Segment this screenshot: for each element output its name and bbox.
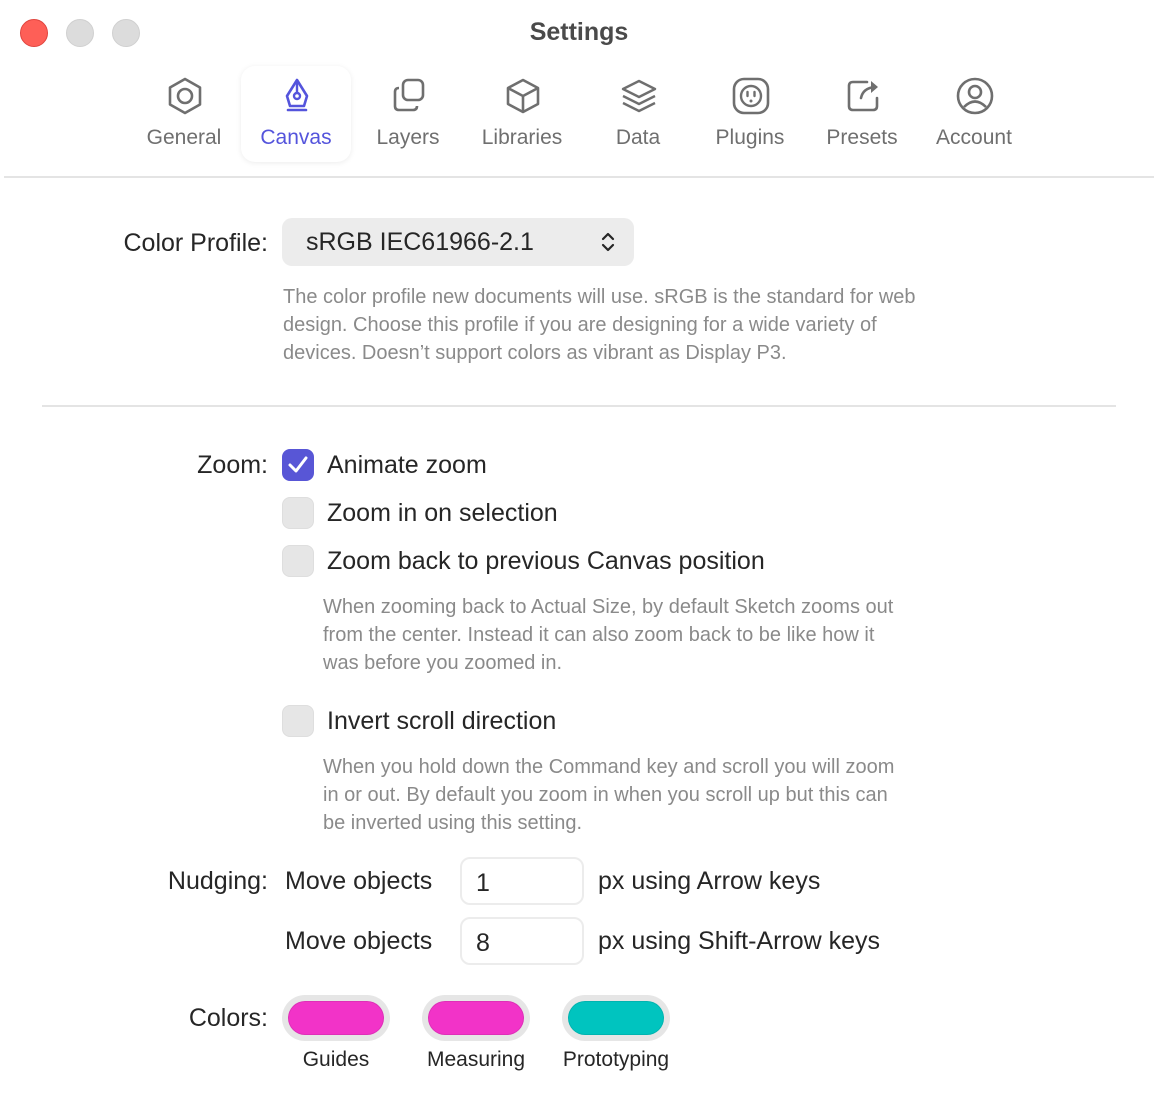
tab-general[interactable]: General [129,66,239,162]
section-divider [42,405,1116,407]
animate-zoom-checkbox[interactable] [282,449,314,481]
tab-label: Canvas [260,126,332,149]
tab-label: Libraries [481,126,563,149]
tab-label: Plugins [715,126,785,149]
tab-libraries[interactable]: Libraries [467,66,577,162]
plug-icon [732,77,770,115]
prototyping-color-label: Prototyping [562,1048,670,1071]
color-profile-description: The color profile new documents will use… [283,286,916,364]
color-profile-select[interactable]: sRGB IEC61966-2.1 [282,218,634,266]
nudge-arrow-suffix: px using Arrow keys [598,867,821,895]
tab-label: Layers [376,126,440,149]
tab-data[interactable]: Data [583,66,693,162]
share-icon [847,80,879,112]
color-profile-label: Color Profile: [123,229,269,257]
zoom-in-selection-label: Zoom in on selection [327,499,558,527]
nudge-shift-input[interactable]: 8 [460,917,584,965]
measuring-color-label: Measuring [426,1048,526,1071]
zoom-in-selection-checkbox[interactable] [282,497,314,529]
user-circle-icon [956,77,994,115]
tab-plugins[interactable]: Plugins [695,66,805,162]
toolbar-divider [4,176,1154,178]
zoom-back-checkbox[interactable] [282,545,314,577]
tab-label: Presets [826,126,898,149]
stack-icon [621,79,657,113]
tab-label: General [146,126,222,149]
colors-label: Colors: [188,1004,268,1032]
guides-color-label: Guides [302,1048,370,1071]
measuring-color-well[interactable] [422,995,530,1041]
invert-scroll-label: Invert scroll direction [327,707,557,735]
color-profile-value: sRGB IEC61966-2.1 [306,228,534,256]
nudging-label: Nudging: [167,867,268,895]
checkmark-icon [288,456,308,473]
window-title: Settings [529,18,629,46]
guides-color-well[interactable] [282,995,390,1041]
nudge-shift-suffix: px using Shift-Arrow keys [598,927,881,955]
zoom-label: Zoom: [197,451,268,479]
hexagon-gear-icon [168,77,202,115]
zoom-back-description: When zooming back to Actual Size, by def… [323,596,894,674]
tab-label: Account [936,126,1012,149]
tab-presets[interactable]: Presets [807,66,917,162]
zoom-back-label: Zoom back to previous Canvas position [327,547,765,575]
nudge-shift-prefix: Move objects [285,927,433,955]
prototyping-color-swatch [568,1001,664,1035]
invert-scroll-checkbox[interactable] [282,705,314,737]
pen-nib-icon [285,78,309,112]
invert-scroll-description: When you hold down the Command key and s… [323,756,895,834]
prototyping-color-well[interactable] [562,995,670,1041]
tab-layers[interactable]: Layers [353,66,463,162]
settings-window: Settings General Canvas Layers Libraries… [0,0,1158,1114]
guides-color-swatch [288,1001,384,1035]
nudge-arrow-input[interactable]: 1 [460,857,584,905]
settings-toolbar: General Canvas Layers Libraries Data Plu… [0,66,1158,166]
animate-zoom-label: Animate zoom [327,451,487,479]
tab-canvas[interactable]: Canvas [241,66,351,162]
tab-account[interactable]: Account [919,66,1029,162]
layers-stack-icon [393,78,425,112]
chevron-up-down-icon [601,232,615,252]
nudge-arrow-prefix: Move objects [285,867,433,895]
tab-label: Data [615,126,661,149]
measuring-color-swatch [428,1001,524,1035]
cube-icon [506,78,540,114]
